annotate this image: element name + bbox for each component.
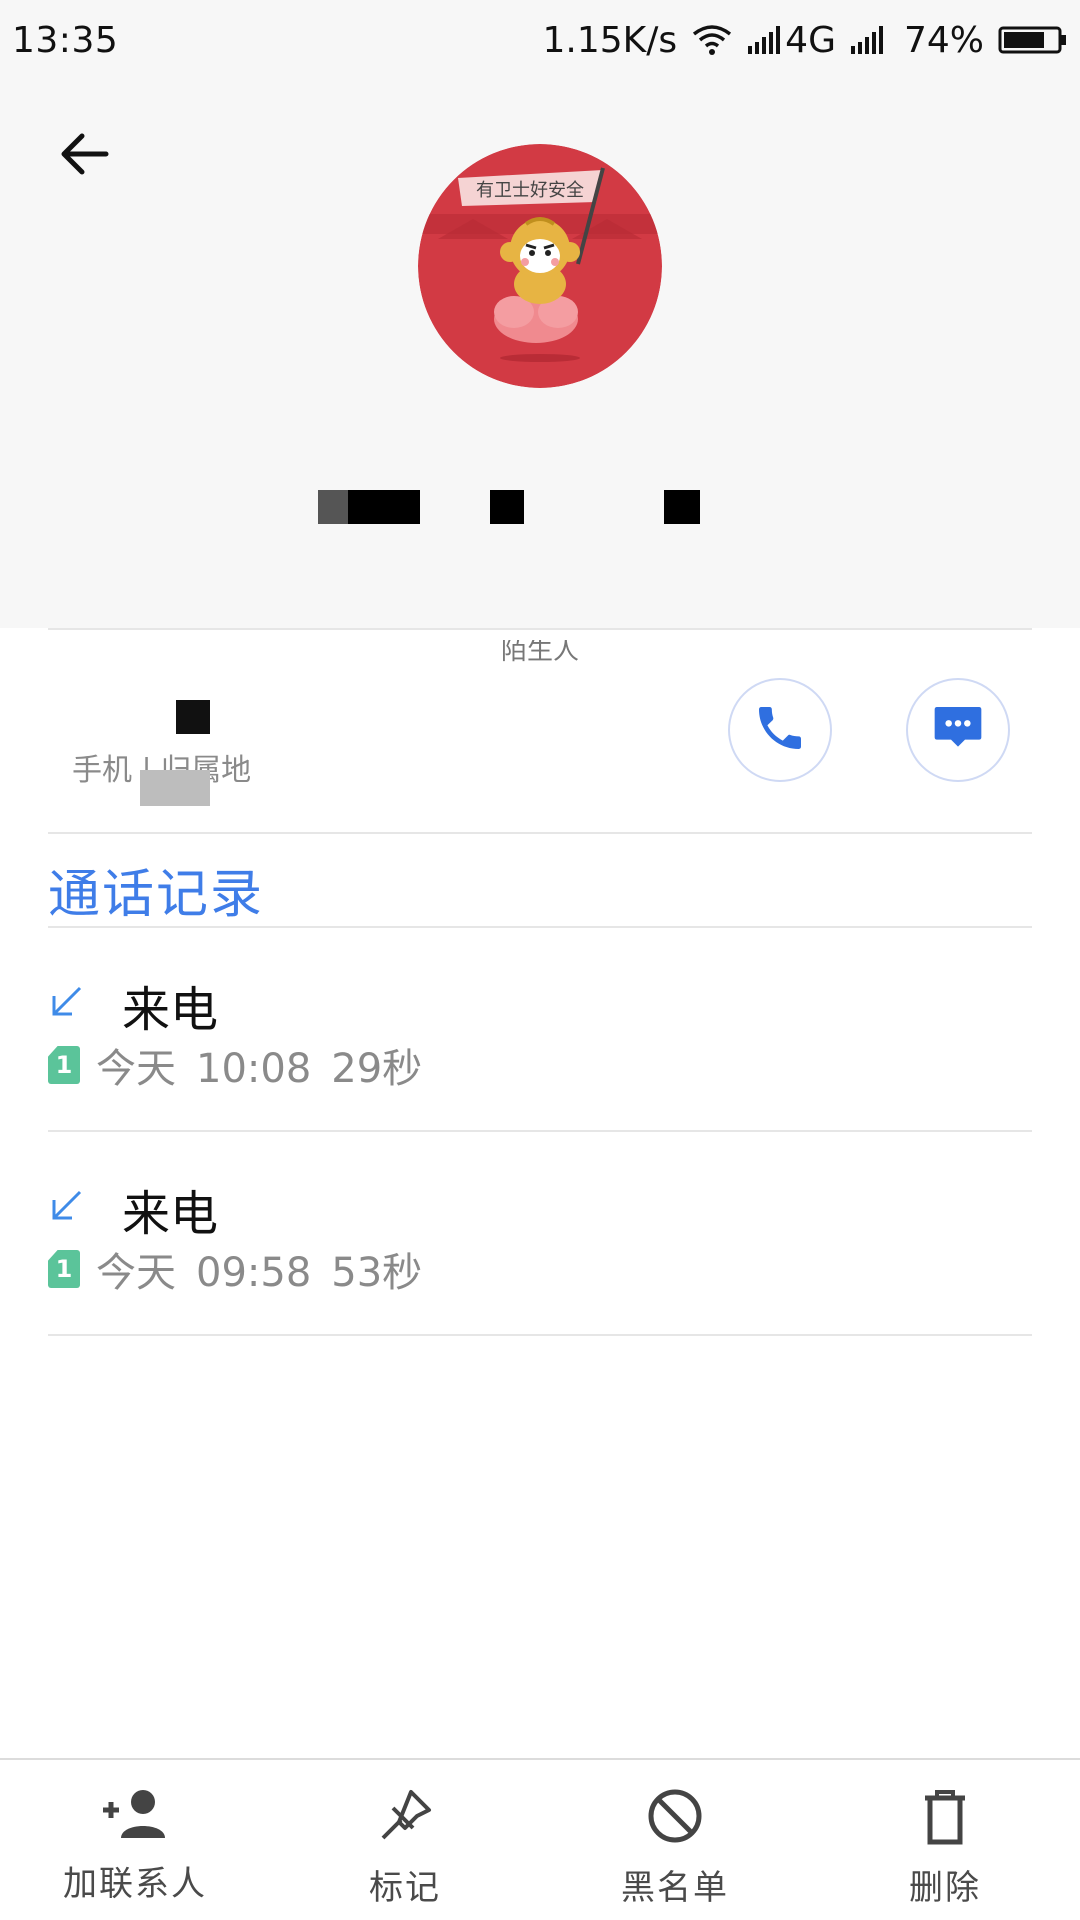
blacklist-button[interactable]: 黑名单 (540, 1760, 810, 1920)
mark-button[interactable]: 标记 (270, 1760, 540, 1920)
wifi-icon (691, 24, 733, 56)
call-duration: 29秒 (331, 1046, 423, 1092)
call-duration: 53秒 (331, 1250, 423, 1296)
pin-icon (375, 1786, 435, 1850)
delete-button[interactable]: 删除 (810, 1760, 1080, 1920)
call-log-entry[interactable]: 来电 1 今天 09:58 53秒 (0, 1132, 1080, 1334)
call-meta: 今天 10:08 29秒 (96, 1036, 422, 1094)
call-type: 来电 (122, 982, 219, 1038)
add-contact-button[interactable]: 加联系人 (0, 1760, 270, 1920)
message-button[interactable] (906, 678, 1010, 782)
call-log-entry[interactable]: 来电 1 今天 10:08 29秒 (0, 928, 1080, 1130)
message-icon (930, 700, 986, 760)
name-redacted (664, 490, 700, 524)
avatar: 有卫士好安全 (418, 144, 662, 388)
call-time: 09:58 (196, 1250, 312, 1296)
incoming-call-icon (46, 1186, 86, 1230)
call-button[interactable] (728, 678, 832, 782)
status-time: 13:35 (12, 19, 119, 61)
signal-icon: 4G (747, 20, 836, 61)
back-arrow-icon[interactable] (48, 118, 120, 190)
blacklist-label: 黑名单 (621, 1868, 729, 1908)
sim-badge: 1 (48, 1250, 80, 1288)
call-day: 今天 (96, 1046, 176, 1092)
battery-percent: 74% (903, 19, 984, 61)
contact-header: 有卫士好安全 陌生人 (0, 80, 1080, 662)
phone-number-redacted (176, 700, 210, 734)
network-type: 4G (785, 19, 836, 61)
sim-badge: 1 (48, 1046, 80, 1084)
name-redacted (490, 490, 524, 524)
call-type: 来电 (122, 1186, 219, 1242)
call-time: 10:08 (196, 1046, 312, 1092)
battery-icon (998, 24, 1068, 56)
add-contact-icon (97, 1786, 173, 1846)
name-redacted (348, 490, 420, 524)
delete-label: 删除 (909, 1868, 981, 1908)
call-day: 今天 (96, 1250, 176, 1296)
call-meta: 今天 09:58 53秒 (96, 1240, 422, 1298)
phone-number-redacted (140, 770, 210, 806)
signal-icon (850, 24, 890, 56)
call-log-title: 通话记录 (48, 865, 265, 925)
block-icon (645, 1786, 705, 1850)
add-contact-label: 加联系人 (63, 1864, 207, 1904)
avatar-banner-text: 有卫士好安全 (476, 180, 584, 201)
phone-row[interactable]: 手机 | 归属地 (0, 630, 1080, 832)
status-bar: 13:35 1.15K/s 4G 74% (0, 0, 1080, 80)
incoming-call-icon (46, 982, 86, 1026)
phone-icon (752, 700, 808, 760)
network-speed: 1.15K/s (542, 19, 678, 61)
trash-icon (915, 1786, 975, 1850)
divider (48, 1334, 1032, 1336)
mark-label: 标记 (369, 1868, 441, 1908)
divider (48, 832, 1032, 834)
bottom-action-bar: 加联系人 标记 黑名单 删除 (0, 1758, 1080, 1920)
